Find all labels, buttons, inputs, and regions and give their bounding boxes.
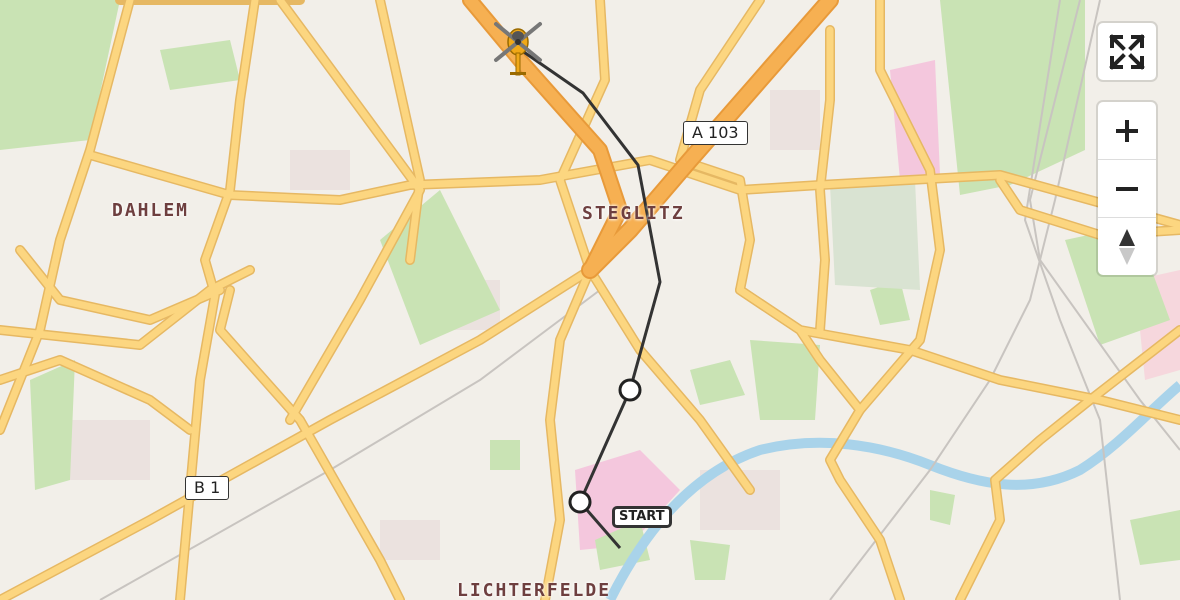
- zoom-out-button[interactable]: [1098, 160, 1156, 218]
- road-shield: B 1: [185, 476, 230, 500]
- north-arrow-icon: [1119, 228, 1135, 265]
- district-label: DAHLEM: [112, 200, 190, 221]
- map-view[interactable]: DAHLEM STEGLITZ LICHTERFELDE A 103 B 1 S…: [0, 0, 1180, 600]
- district-label: STEGLITZ: [582, 203, 685, 224]
- motorway-casing: [462, 0, 628, 278]
- motorway-shield: A 103: [683, 121, 748, 145]
- start-label: START: [612, 506, 672, 528]
- motorway: [464, 0, 626, 276]
- hospital-area: [890, 60, 940, 180]
- fullscreen-button[interactable]: [1098, 23, 1156, 80]
- zoom-in-button[interactable]: [1098, 102, 1156, 160]
- plus-icon: [1116, 119, 1138, 142]
- district-label: LICHTERFELDE: [457, 580, 612, 600]
- waypoint-marker[interactable]: [568, 490, 592, 514]
- map-base: [0, 0, 1180, 600]
- minus-icon: [1116, 186, 1138, 191]
- zoom-controls: [1098, 102, 1156, 275]
- waypoint-marker[interactable]: [618, 378, 642, 402]
- fullscreen-control: [1098, 23, 1156, 80]
- expand-arrows-icon: [1109, 33, 1145, 70]
- sports-field: [830, 180, 920, 290]
- compass-button[interactable]: [1098, 218, 1156, 275]
